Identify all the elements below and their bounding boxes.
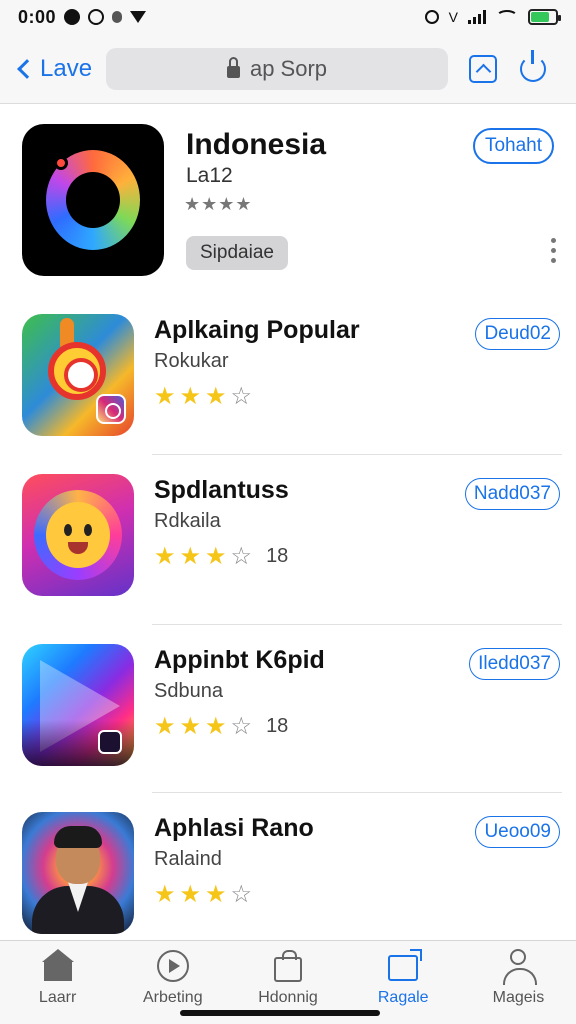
app-subtitle: Rokukar: [154, 350, 229, 372]
app-action-button[interactable]: Ueoo09: [475, 816, 560, 848]
tab-label: Mageis: [492, 989, 545, 1006]
star-empty-icon: ☆: [230, 881, 253, 908]
featured-app[interactable]: Indonesia La12 ★★★★ Sipdaiae Tohaht: [22, 124, 562, 279]
star-empty-icon: ☆: [230, 383, 253, 410]
star-filled-icon: ★: [205, 713, 227, 740]
alarm-icon: [424, 10, 439, 24]
emoji-face-icon: [46, 502, 110, 568]
app-subtitle: Sdbuna: [154, 680, 223, 702]
featured-app-action-button[interactable]: Tohaht: [472, 128, 554, 164]
tab-label: Hdonnig: [258, 989, 318, 1006]
featured-app-tag[interactable]: Sipdaiae: [186, 236, 288, 270]
person-icon: [501, 949, 538, 985]
reload-icon: [520, 49, 546, 82]
star-filled-icon: ★: [179, 383, 202, 410]
rating-count: 18: [266, 545, 289, 567]
star-empty-icon: ☆: [230, 713, 253, 740]
app-action-button[interactable]: Nadd037: [464, 478, 560, 510]
status-time: 0:00: [18, 6, 57, 27]
featured-app-icon[interactable]: [22, 124, 164, 276]
star-filled-icon: ★: [154, 383, 176, 410]
notification-icon: [64, 9, 81, 25]
app-icon[interactable]: [22, 644, 134, 766]
app-rating: ★ ★ ★ ☆: [154, 382, 266, 411]
rating-count: 18: [266, 715, 289, 737]
star-filled-icon: ★: [179, 713, 202, 740]
list-item[interactable]: Aplkaing Popular Rokukar ★ ★ ★ ☆ Deud02: [22, 314, 562, 444]
camera-badge-icon: [96, 394, 126, 424]
location-icon: [130, 11, 147, 23]
app-list: Indonesia La12 ★★★★ Sipdaiae Tohaht Aplk…: [0, 104, 576, 940]
featured-app-title: Indonesia: [186, 128, 327, 161]
address-bar[interactable]: ap Sorp: [106, 47, 448, 90]
reload-button[interactable]: [518, 49, 548, 84]
battery-level: [531, 12, 549, 22]
share-button[interactable]: [468, 54, 498, 84]
featured-app-rating: ★★★★: [184, 194, 253, 214]
star-filled-icon: ★: [179, 881, 202, 908]
divider: [152, 792, 562, 793]
ring-dot: [54, 156, 68, 170]
notification-icon: [88, 9, 105, 25]
box-icon: [386, 949, 423, 983]
app-action-button[interactable]: Deud02: [475, 318, 560, 350]
home-icon: [41, 949, 75, 983]
star-filled-icon: ★: [205, 383, 227, 410]
icon-part: [54, 826, 102, 848]
eye: [64, 524, 72, 536]
tab-home[interactable]: Laarr: [0, 941, 115, 1024]
app-rating: ★ ★ ★ ☆ 18: [154, 712, 288, 741]
eye: [84, 524, 92, 536]
app-title: Appinbt K6pid: [154, 646, 325, 674]
browser-nav-bar: Lave ap Sorp: [0, 34, 576, 104]
list-item[interactable]: Spdlantuss Rdkaila ★ ★ ★ ☆ 18 Nadd037: [22, 454, 562, 604]
app-action-button[interactable]: Iledd037: [469, 648, 560, 680]
app-subtitle: Rdkaila: [154, 510, 221, 532]
star-filled-icon: ★: [179, 543, 202, 570]
wifi-icon: [496, 10, 518, 24]
icon-part: [48, 342, 106, 400]
star-empty-icon: ☆: [230, 543, 253, 570]
app-icon[interactable]: [22, 474, 134, 596]
app-title: Aplkaing Popular: [154, 316, 360, 344]
app-subtitle: Ralaind: [154, 848, 222, 870]
mouth: [68, 542, 88, 554]
list-item[interactable]: Appinbt K6pid Sdbuna ★ ★ ★ ☆ 18 Iledd037: [22, 624, 562, 774]
app-rating: ★ ★ ★ ☆: [154, 880, 266, 909]
badge-icon: [98, 730, 122, 754]
share-icon: [469, 54, 497, 83]
chevron-left-icon: [17, 58, 37, 79]
app-rating: ★ ★ ★ ☆ 18: [154, 542, 288, 571]
app-title: Aphlasi Rano: [154, 814, 314, 842]
more-options-icon[interactable]: [551, 238, 556, 263]
battery-icon: [528, 9, 561, 25]
bag-icon: [271, 949, 305, 983]
lock-icon: [226, 56, 240, 78]
signal-icon: [468, 10, 486, 24]
mic-icon: [112, 11, 123, 23]
star-filled-icon: ★: [205, 543, 227, 570]
star-filled-icon: ★: [154, 713, 176, 740]
address-text: ap Sorp: [249, 55, 328, 81]
featured-app-subtitle: La12: [186, 164, 233, 187]
back-button[interactable]: Lave: [14, 55, 98, 83]
status-bar: 0:00 V: [0, 0, 576, 34]
app-title: Spdlantuss: [154, 476, 289, 504]
home-indicator: [180, 1010, 380, 1016]
divider: [152, 624, 562, 625]
app-icon[interactable]: [22, 314, 134, 436]
app-icon[interactable]: [22, 812, 134, 934]
play-circle-icon: [156, 949, 190, 983]
star-filled-icon: ★: [154, 881, 176, 908]
network-label: V: [448, 9, 458, 25]
back-label: Lave: [40, 54, 93, 82]
list-item[interactable]: Aphlasi Rano Ralaind ★ ★ ★ ☆ Ueoo09: [22, 792, 562, 940]
tab-mageis[interactable]: Mageis: [461, 941, 576, 1024]
tab-label: Laarr: [38, 989, 77, 1006]
star-filled-icon: ★: [154, 543, 176, 570]
tab-label: Ragale: [377, 989, 429, 1006]
star-filled-icon: ★: [205, 881, 227, 908]
tab-label: Arbeting: [143, 989, 203, 1006]
divider: [152, 454, 562, 455]
